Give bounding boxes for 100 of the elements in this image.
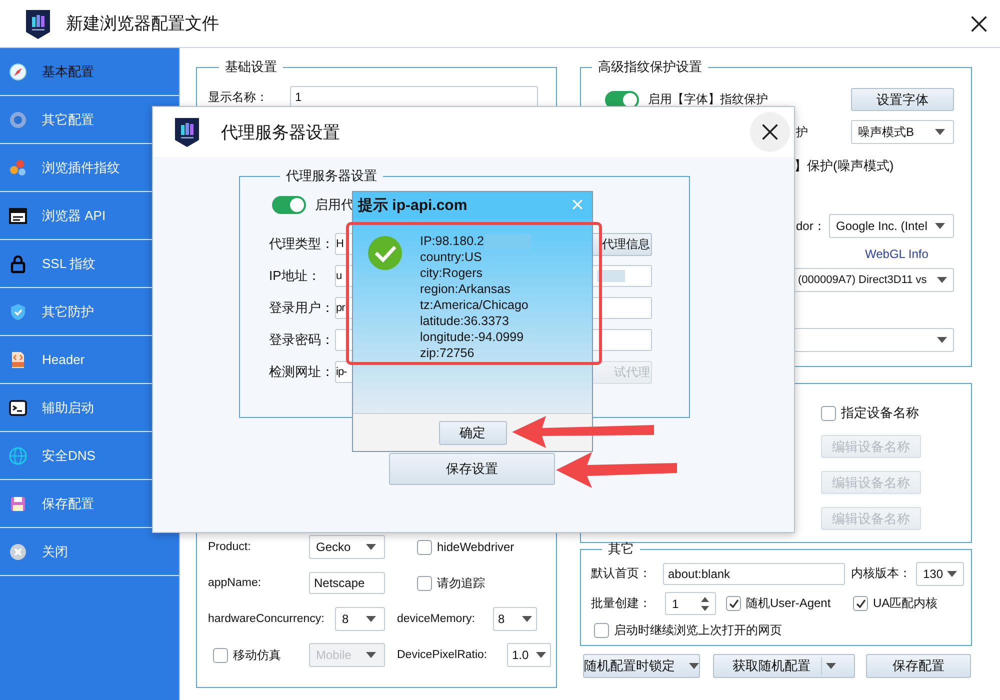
field-label: 批量创建： xyxy=(591,595,652,612)
dropdown[interactable]: 8 xyxy=(335,607,385,631)
dropdown[interactable]: 8 xyxy=(493,607,537,631)
dropdown[interactable]: Google Inc. (Intel xyxy=(829,214,954,238)
checkbox-label: 指定设备名称 xyxy=(841,404,919,422)
checkbox-label: UA匹配内核 xyxy=(873,595,938,612)
sidebar-item[interactable]: 基本配置 xyxy=(0,48,179,96)
checkbox[interactable] xyxy=(417,540,432,554)
shield-icon xyxy=(8,302,28,322)
compass-icon xyxy=(8,62,28,82)
field-label: 默认首页： xyxy=(591,565,652,582)
caret-icon xyxy=(536,652,546,658)
sidebar-label: 基本配置 xyxy=(42,62,94,80)
checkbox[interactable] xyxy=(726,596,741,611)
info-line: city:Rogers xyxy=(420,266,483,280)
ring-icon xyxy=(8,110,28,130)
sidebar-label: SSL 指纹 xyxy=(42,254,96,272)
caret-icon xyxy=(947,570,957,576)
sidebar-label: 辅助启动 xyxy=(42,398,94,416)
window-icon xyxy=(8,206,28,226)
ok-button[interactable]: 确定 xyxy=(438,420,506,444)
sidebar-label: Header xyxy=(42,352,85,367)
text-field[interactable]: Netscape xyxy=(309,572,385,594)
field-label: Product: xyxy=(208,541,252,553)
info-line: zip:72756 xyxy=(420,346,474,360)
save-config-button[interactable]: 保存配置 xyxy=(866,654,971,678)
dropdown[interactable]: 噪声模式B xyxy=(851,120,954,144)
sidebar-label: 浏览插件指纹 xyxy=(42,158,120,176)
caret-icon xyxy=(937,337,947,343)
checkbox[interactable] xyxy=(213,648,228,662)
field-label: 登录用户： xyxy=(269,299,335,317)
gear-icon xyxy=(8,158,28,178)
field-label: hardwareConcurrency: xyxy=(208,613,326,625)
spin-arrows-icon xyxy=(701,596,709,612)
shield-logo xyxy=(24,8,52,40)
field-label: dor： xyxy=(796,218,826,234)
checkbox-label: 请勿追踪 xyxy=(437,574,485,592)
caret-icon xyxy=(689,663,699,669)
shield-logo xyxy=(173,116,201,148)
dropdown[interactable]: Gecko xyxy=(309,535,385,559)
webgl-info-link[interactable]: WebGL Info xyxy=(865,247,928,261)
field-label: deviceMemory: xyxy=(397,613,476,625)
checkbox[interactable] xyxy=(821,406,836,420)
checkbox[interactable] xyxy=(594,623,609,638)
sidebar-label: 保存配置 xyxy=(42,494,94,512)
group-title: 高级指纹保护设置 xyxy=(597,58,703,76)
group-title: 基础设置 xyxy=(224,58,278,76)
close-icon xyxy=(572,199,583,210)
info-line: region:Arkansas xyxy=(420,282,510,296)
info-line: country:US xyxy=(420,250,482,264)
caret-icon xyxy=(937,277,947,283)
terminal-icon xyxy=(8,398,28,418)
set-font-button[interactable]: 设置字体 xyxy=(851,88,954,111)
caret-icon xyxy=(366,652,376,658)
sidebar-label: 安全DNS xyxy=(42,446,96,464)
dropdown[interactable]: 130 xyxy=(916,562,964,586)
caret-icon xyxy=(366,616,376,622)
dropdown[interactable]: 1.0 xyxy=(507,643,551,667)
sidebar-label: 关闭 xyxy=(42,542,68,560)
group-title: 代理服务器设置 xyxy=(285,167,378,185)
checkbox-label: 移动仿真 xyxy=(233,646,281,664)
field-label: 检测网址： xyxy=(269,363,335,381)
field-label: IP地址： xyxy=(269,267,322,285)
lock-icon xyxy=(8,254,28,274)
checkmark-icon xyxy=(367,235,403,271)
text-field[interactable]: 1 xyxy=(290,86,538,108)
close-button[interactable] xyxy=(750,112,790,152)
sidebar-label: 浏览器 API xyxy=(42,206,106,224)
toggle-switch[interactable] xyxy=(272,196,306,214)
group-title: 其它 xyxy=(607,540,635,558)
field-label: 登录密码： xyxy=(269,331,335,349)
caret-icon xyxy=(935,223,945,229)
toggle-label: 启用【字体】指纹保护 xyxy=(648,91,768,108)
field-label: 内核版本： xyxy=(851,565,912,582)
info-line: IP:98.180.2 xyxy=(420,234,484,248)
field-label: appName: xyxy=(208,577,262,589)
checkbox-label: 随机User-Agent xyxy=(746,595,831,612)
save-settings-button[interactable]: 保存设置 xyxy=(389,453,555,485)
number-spinner[interactable]: 1 xyxy=(665,592,716,615)
checkbox[interactable] xyxy=(417,576,432,590)
text-field[interactable]: about:blank xyxy=(663,562,845,584)
checkbox[interactable] xyxy=(853,596,868,611)
close-icon xyxy=(761,123,779,141)
checkbox-label: hideWebdriver xyxy=(437,540,514,554)
message-title: 提示 ip-api.com xyxy=(358,196,468,215)
info-line: latitude:36.3373 xyxy=(420,314,509,328)
caret-icon xyxy=(935,129,945,135)
sidebar-label: 其它配置 xyxy=(42,110,94,128)
globe-icon xyxy=(8,446,28,466)
split-button[interactable]: 随机配置时锁定 xyxy=(583,654,700,678)
dialog-title: 代理服务器设置 xyxy=(221,122,340,144)
sidebar-label: 其它防护 xyxy=(42,302,94,320)
field-label: DevicePixelRatio: xyxy=(397,649,488,661)
close-icon xyxy=(8,542,28,562)
field-label: 显示名称： xyxy=(208,88,269,106)
window-title: 新建浏览器配置文件 xyxy=(66,13,219,35)
split-button[interactable]: 获取随机配置 xyxy=(713,654,855,678)
field-label: 代理类型： xyxy=(269,235,335,253)
field-label: 护 xyxy=(796,124,808,140)
caret-icon xyxy=(366,544,376,550)
